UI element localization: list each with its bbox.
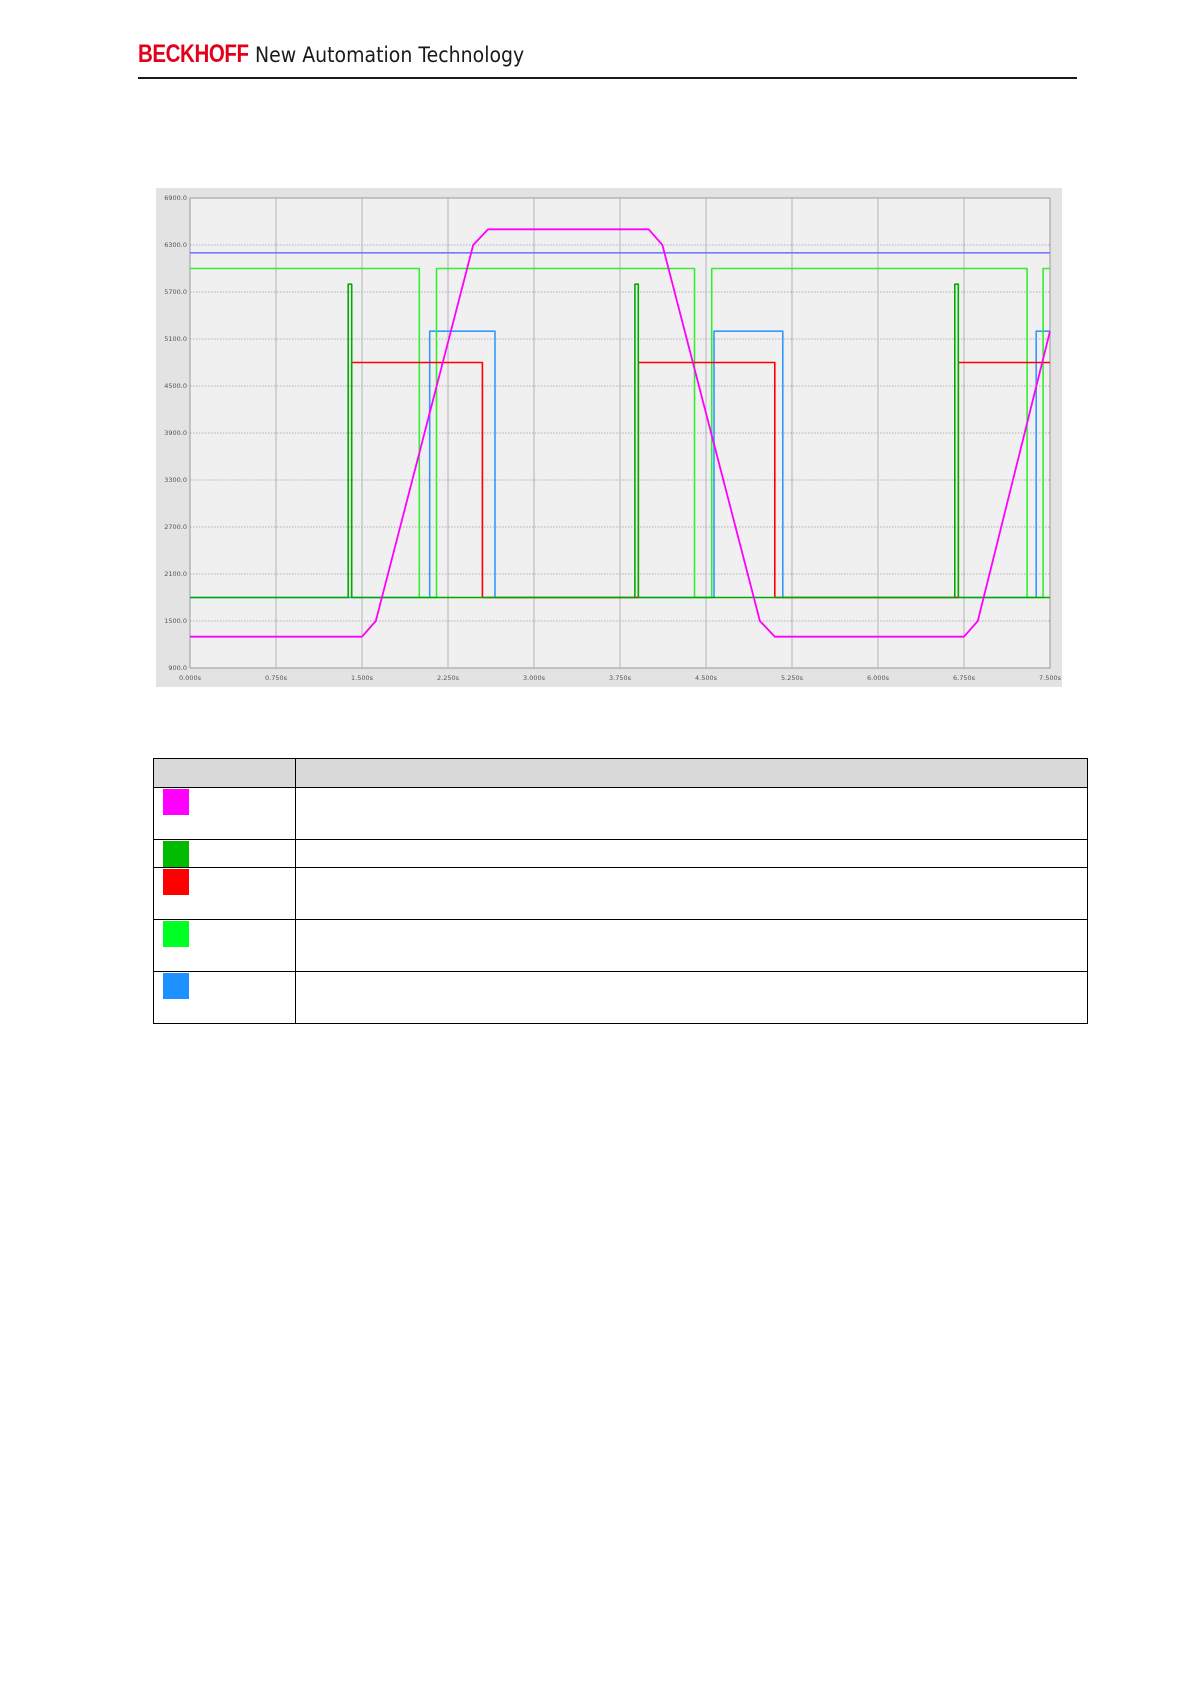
x-tick-label: 3.750s xyxy=(609,674,632,682)
legend-description-cell xyxy=(295,919,1088,972)
color-swatch xyxy=(163,841,189,867)
legend-description-cell xyxy=(295,787,1088,840)
legend-color-cell xyxy=(153,971,296,1024)
x-tick-label: 2.250s xyxy=(437,674,460,682)
logo-tagline: New Automation Technology xyxy=(254,43,525,67)
page-header: BECKHOFF New Automation Technology xyxy=(138,40,1077,80)
scope-chart: 0.000s 0.750s 1.500s 2.250s 3.000s 3.750s 4.50… xyxy=(156,188,1062,687)
y-tick-label: 3300.0 xyxy=(164,476,187,484)
x-tick-label: 1.500s xyxy=(351,674,374,682)
legend-row xyxy=(153,867,1088,920)
x-tick-label: 6.000s xyxy=(867,674,890,682)
legend-color-cell xyxy=(153,867,296,920)
logo-brand: BECKHOFF xyxy=(138,40,249,68)
scope-chart-svg: 0.000s 0.750s 1.500s 2.250s 3.000s 3.750s 4.50… xyxy=(164,194,1062,682)
y-tick-label: 2700.0 xyxy=(164,523,187,531)
legend-color-cell xyxy=(153,839,296,868)
signal-legend-table xyxy=(153,758,1088,1024)
legend-header-color xyxy=(153,758,296,788)
header-divider xyxy=(138,77,1077,79)
color-swatch xyxy=(163,921,189,947)
legend-header-description xyxy=(295,758,1088,788)
legend-row xyxy=(153,919,1088,972)
x-tick-label: 0.750s xyxy=(265,674,288,682)
legend-description-cell xyxy=(295,971,1088,1024)
y-tick-label: 4500.0 xyxy=(164,382,187,390)
y-tick-label: 1500.0 xyxy=(164,617,187,625)
beckhoff-logo: BECKHOFF New Automation Technology xyxy=(138,40,554,69)
color-swatch xyxy=(163,869,189,895)
y-tick-label: 5100.0 xyxy=(164,335,187,343)
x-tick-label: 6.750s xyxy=(953,674,976,682)
color-swatch xyxy=(163,789,189,815)
legend-description-cell xyxy=(295,839,1088,868)
y-tick-label: 6300.0 xyxy=(164,241,187,249)
legend-color-cell xyxy=(153,919,296,972)
x-tick-label: 4.500s xyxy=(695,674,718,682)
y-tick-label: 3900.0 xyxy=(164,429,187,437)
y-tick-label: 2100.0 xyxy=(164,570,187,578)
color-swatch xyxy=(163,973,189,999)
x-tick-label: 0.000s xyxy=(179,674,202,682)
legend-color-cell xyxy=(153,787,296,840)
legend-row xyxy=(153,787,1088,840)
legend-header-row xyxy=(153,758,1088,788)
legend-row xyxy=(153,839,1088,868)
legend-row xyxy=(153,971,1088,1024)
x-tick-label: 7.500s xyxy=(1039,674,1062,682)
y-tick-label: 5700.0 xyxy=(164,288,187,296)
legend-description-cell xyxy=(295,867,1088,920)
x-tick-label: 5.250s xyxy=(781,674,804,682)
x-tick-label: 3.000s xyxy=(523,674,546,682)
y-tick-label: 900.0 xyxy=(168,664,187,672)
y-tick-label: 6900.0 xyxy=(164,194,187,202)
